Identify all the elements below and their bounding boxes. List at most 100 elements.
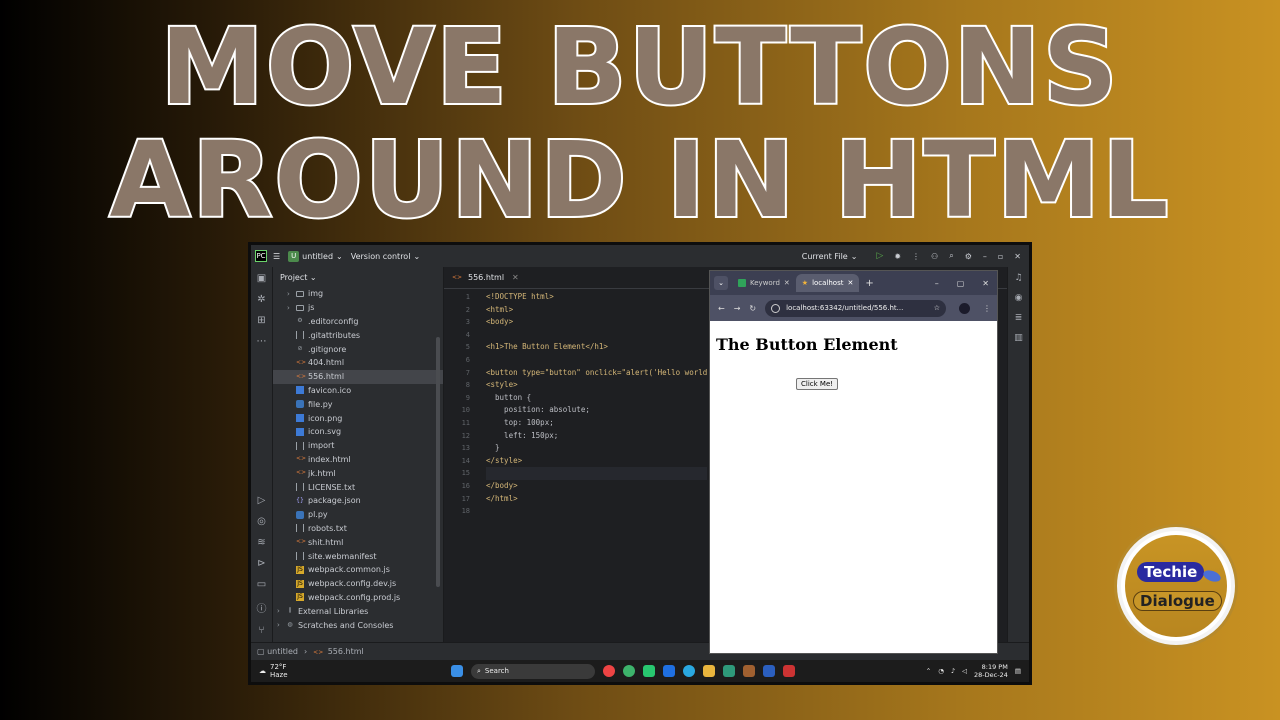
expand-arrow-icon[interactable]: › <box>277 621 286 629</box>
speaker-icon[interactable]: ◁ <box>962 667 967 675</box>
click-me-button[interactable]: Click Me! <box>796 378 839 390</box>
minimize-icon[interactable]: – <box>935 279 939 288</box>
store-icon[interactable] <box>663 665 675 677</box>
close-icon[interactable]: ✕ <box>982 279 989 288</box>
structure-icon[interactable]: ⊞ <box>257 315 265 326</box>
project-tree-item[interactable]: LICENSE.txt <box>273 480 443 494</box>
word-icon[interactable] <box>763 665 775 677</box>
run-icon[interactable]: ▷ <box>876 251 883 261</box>
problems-icon[interactable]: ⓘ <box>257 600 267 615</box>
project-tree-item[interactable]: › ⫼ External Libraries <box>273 604 443 618</box>
forward-arrow-icon[interactable]: → <box>734 304 741 313</box>
app-icon[interactable] <box>723 665 735 677</box>
pycharm-icon[interactable] <box>643 665 655 677</box>
expand-arrow-icon[interactable]: › <box>277 607 286 615</box>
editor-tab-556-html[interactable]: <> 556.html ✕ <box>452 273 519 282</box>
project-tree-item[interactable]: favicon.ico <box>273 384 443 398</box>
clock[interactable]: 8:19 PM 28-Dec-24 <box>974 663 1008 679</box>
tab-search-icon[interactable]: ⌄ <box>714 276 728 290</box>
expand-arrow-icon[interactable]: › <box>287 290 296 298</box>
database-icon[interactable]: ≣ <box>1015 313 1023 323</box>
start-windows-icon[interactable] <box>451 665 463 677</box>
main-menu-icon[interactable]: ☰ <box>273 252 280 261</box>
tab-close-icon[interactable]: ✕ <box>784 279 790 287</box>
project-tree-item[interactable]: JS webpack.config.prod.js <box>273 591 443 605</box>
chrome-icon[interactable] <box>603 665 615 677</box>
terminal-icon[interactable]: ▭ <box>257 579 266 590</box>
tab-close-icon[interactable]: ✕ <box>512 273 519 282</box>
notification-icon[interactable]: ▤ <box>1015 667 1021 675</box>
browser-tab-localhost[interactable]: ★ localhost ✕ <box>795 274 860 292</box>
recorder-icon[interactable] <box>783 665 795 677</box>
maximize-icon[interactable]: ▫ <box>998 252 1003 261</box>
project-tree-item[interactable]: <> shit.html <box>273 535 443 549</box>
project-tree-item[interactable]: ⚙ .editorconfig <box>273 315 443 329</box>
project-tree-item[interactable]: pl.py <box>273 508 443 522</box>
minimize-icon[interactable]: – <box>983 252 987 261</box>
search-icon[interactable]: ⌕ <box>949 251 953 261</box>
debug-icon[interactable]: ✹ <box>894 252 901 261</box>
wifi-icon[interactable]: ◔ <box>938 667 944 675</box>
project-tree-item[interactable]: › js <box>273 301 443 315</box>
git-icon[interactable]: ⑂ <box>259 625 265 636</box>
back-arrow-icon[interactable]: ← <box>718 304 725 313</box>
notifications-bell-icon[interactable]: ♫ <box>1014 273 1022 283</box>
project-tree-item[interactable]: › img <box>273 287 443 301</box>
project-tree-item[interactable]: site.webmanifest <box>273 549 443 563</box>
project-tree-item[interactable]: <> index.html <box>273 453 443 467</box>
more-tools-icon[interactable]: ⋯ <box>257 336 267 347</box>
services-icon[interactable]: ◎ <box>257 516 266 527</box>
project-tree-item[interactable]: JS webpack.config.dev.js <box>273 577 443 591</box>
account-icon[interactable]: ⚇ <box>931 252 938 261</box>
extension-icon[interactable] <box>959 302 970 314</box>
browser-tab-keyword[interactable]: Keyword ✕ <box>732 274 796 292</box>
microphone-icon[interactable]: ♪ <box>951 667 955 675</box>
project-tree-item[interactable]: file.py <box>273 397 443 411</box>
reload-icon[interactable]: ↻ <box>749 304 756 313</box>
chrome-profile-icon[interactable] <box>623 665 635 677</box>
project-tree-item[interactable]: import <box>273 439 443 453</box>
maximize-icon[interactable]: ▢ <box>957 279 965 288</box>
skype-icon[interactable] <box>683 665 695 677</box>
taskbar-search[interactable]: ⌕ Search <box>471 663 595 679</box>
chevron-up-icon[interactable]: ⌃ <box>926 667 931 675</box>
run-config-selector[interactable]: Current File ⌄ <box>802 252 858 261</box>
browser-menu-icon[interactable]: ⋮ <box>983 304 991 313</box>
project-tree-item[interactable]: .gitattributes <box>273 328 443 342</box>
site-info-icon[interactable] <box>771 303 781 313</box>
project-tree-item[interactable]: <> jk.html <box>273 466 443 480</box>
project-tree-item[interactable]: icon.png <box>273 411 443 425</box>
breadcrumb-file[interactable]: <> 556.html <box>313 647 364 657</box>
bookmarks-icon[interactable]: ▥ <box>1014 333 1023 343</box>
new-tab-icon[interactable]: + <box>865 278 873 289</box>
project-tree-item[interactable]: <> 556.html <box>273 369 443 384</box>
project-tree-item[interactable]: ⊘ .gitignore <box>273 342 443 356</box>
project-tool-folder-icon[interactable]: ▣ <box>257 273 266 284</box>
layers-icon[interactable]: ≋ <box>257 537 265 548</box>
ide-logo-icon[interactable]: PC <box>255 250 267 262</box>
project-selector[interactable]: U untitled ⌄ <box>288 250 343 262</box>
project-scrollbar[interactable] <box>436 337 440 587</box>
more-actions-icon[interactable]: ⋮ <box>912 252 920 261</box>
run-tool-icon[interactable]: ▷ <box>258 495 266 506</box>
project-tree-item[interactable]: › ◍ Scratches and Consoles <box>273 618 443 632</box>
tab-close-icon[interactable]: ✕ <box>847 279 853 287</box>
bookmark-star-icon[interactable]: ☆ <box>934 304 940 312</box>
close-icon[interactable]: ✕ <box>1014 252 1021 261</box>
address-bar[interactable]: localhost:63342/untitled/556.ht... ☆ <box>765 299 946 317</box>
file-explorer-icon[interactable] <box>703 665 715 677</box>
weather-widget[interactable]: ☁ 72°F Haze <box>251 663 451 679</box>
project-panel-header[interactable]: Project ⌄ <box>273 267 443 287</box>
plugins-icon[interactable]: ✲ <box>257 294 265 305</box>
breadcrumb-project[interactable]: ▢ untitled <box>257 647 298 656</box>
project-tree-item[interactable]: <> 404.html <box>273 356 443 370</box>
ai-assistant-icon[interactable]: ◉ <box>1015 293 1023 303</box>
expand-arrow-icon[interactable]: › <box>287 304 296 312</box>
project-tree-item[interactable]: {} package.json <box>273 494 443 508</box>
play-circle-icon[interactable]: ⊳ <box>257 558 265 569</box>
project-tree-item[interactable]: JS webpack.common.js <box>273 563 443 577</box>
media-icon[interactable] <box>743 665 755 677</box>
code-editor[interactable]: <!DOCTYPE html> <html> <body> <h1>The Butto… <box>486 291 708 518</box>
project-tree-item[interactable]: robots.txt <box>273 522 443 536</box>
project-tree-item[interactable]: icon.svg <box>273 425 443 439</box>
